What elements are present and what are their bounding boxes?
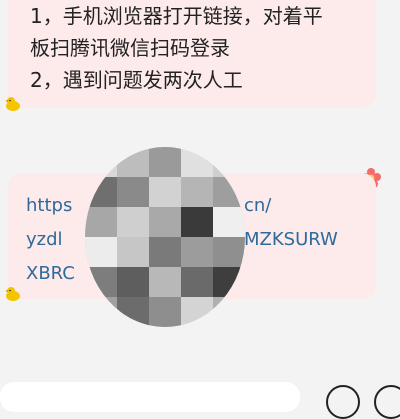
- link-text[interactable]: MZKSURW: [244, 223, 338, 257]
- duck-emoji-icon: [5, 97, 20, 111]
- mosaic-grid: [85, 147, 245, 327]
- message-input[interactable]: [0, 382, 300, 412]
- message-line: 1，手机浏览器打开链接，对着平: [30, 4, 323, 28]
- redaction-mosaic: [85, 147, 245, 327]
- link-text[interactable]: cn/: [244, 189, 271, 223]
- message-line: 板扫腾讯微信扫码登录: [30, 36, 230, 60]
- link-text[interactable]: yzdl: [26, 223, 63, 257]
- link-text[interactable]: https: [26, 189, 72, 223]
- message-bubble-instructions: 1，手机浏览器打开链接，对着平 板扫腾讯微信扫码登录 2，遇到问题发两次人工: [8, 0, 376, 108]
- duck-emoji-icon: [5, 287, 20, 301]
- add-button[interactable]: [374, 385, 400, 419]
- emoji-button[interactable]: [326, 385, 360, 419]
- message-line: 2，遇到问题发两次人工: [30, 68, 243, 92]
- link-text[interactable]: XBRC: [26, 257, 75, 291]
